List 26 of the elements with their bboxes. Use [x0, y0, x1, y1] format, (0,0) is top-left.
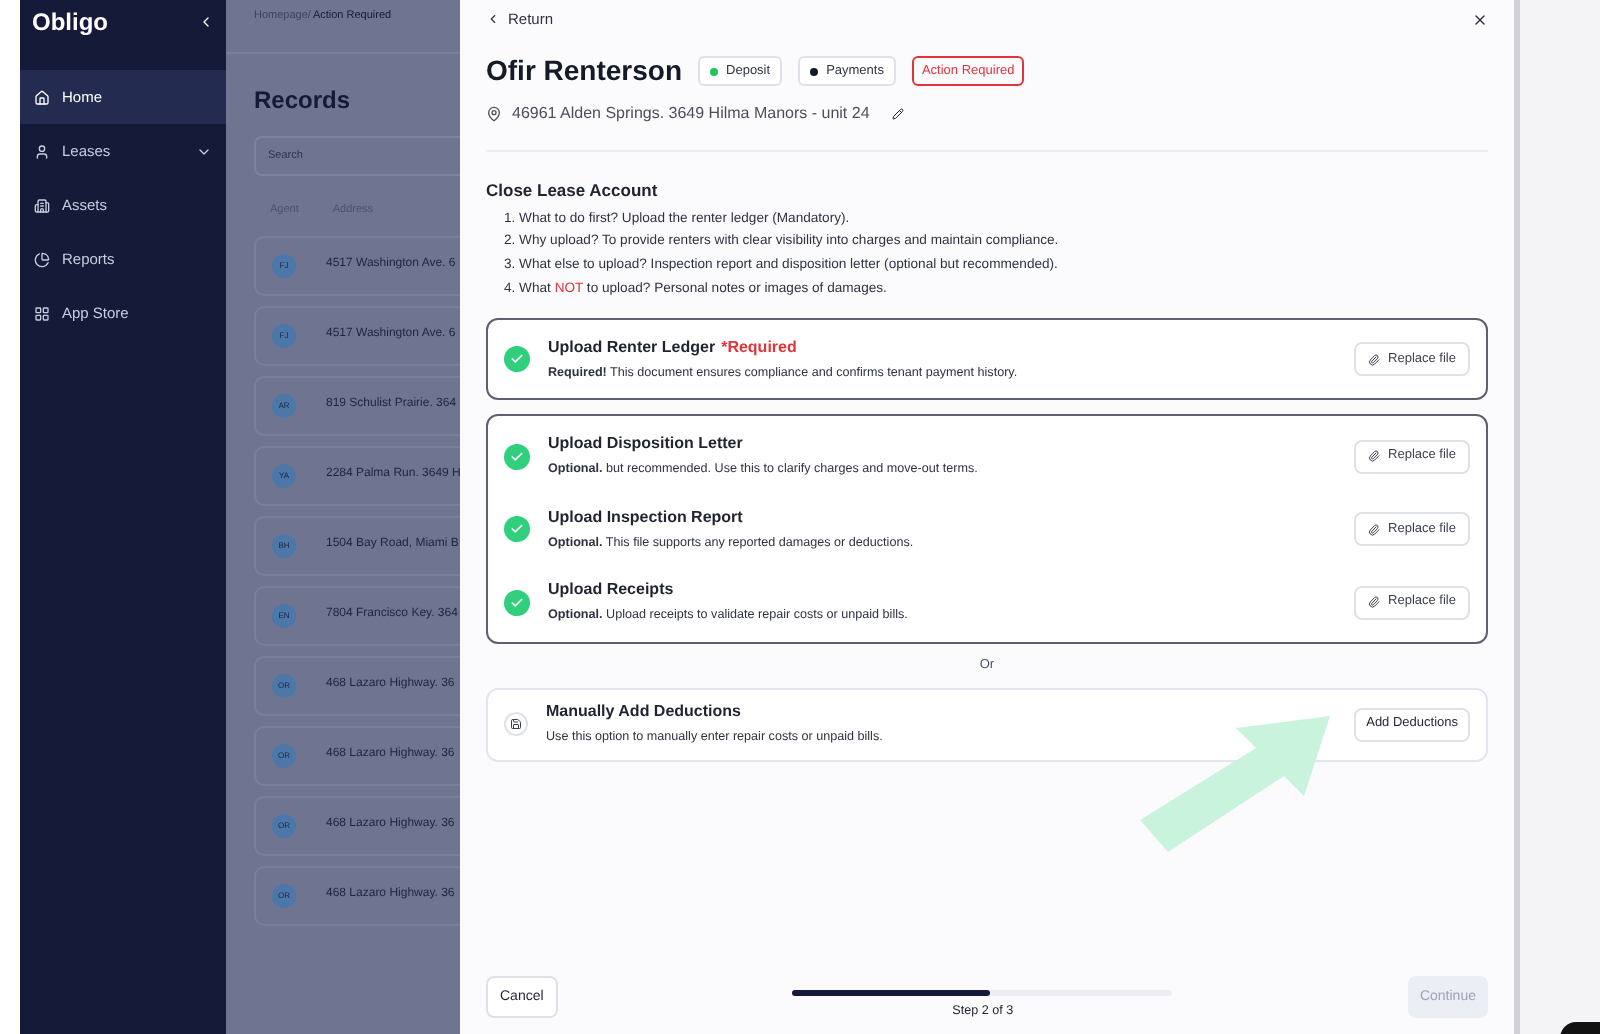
page-title: Records [254, 84, 353, 119]
tenant-name: Ofir Renterson [486, 52, 683, 90]
required-label: *Required [721, 336, 797, 360]
back-icon [486, 12, 500, 26]
paperclip-icon [1368, 596, 1381, 609]
tenant-address: 46961 Alden Springs. 3649 Hilma Manors - unit 24 [512, 102, 870, 126]
collapse-icon[interactable] [198, 13, 214, 29]
user-icon [34, 143, 50, 159]
edit-icon[interactable] [891, 108, 904, 120]
upload-title: Upload Renter Ledger [548, 336, 716, 360]
building-icon [34, 197, 50, 213]
location-pin-icon [486, 106, 502, 122]
logo: Obligo [32, 5, 108, 39]
paperclip-icon [1368, 523, 1381, 536]
home-icon [34, 89, 50, 105]
paperclip-icon [1368, 353, 1381, 366]
save-icon [504, 712, 528, 736]
upload-title: Upload Inspection Report [548, 505, 743, 530]
manual-title: Manually Add Deductions [546, 700, 743, 725]
upload-title: Upload Disposition Letter [548, 432, 743, 457]
section-title: Close Lease Account [486, 178, 660, 204]
grid-icon [34, 305, 50, 321]
pie-chart-icon [34, 251, 50, 267]
paperclip-icon [1368, 450, 1381, 463]
close-icon[interactable] [1472, 11, 1488, 27]
upload-title: Upload Receipts [548, 578, 674, 603]
